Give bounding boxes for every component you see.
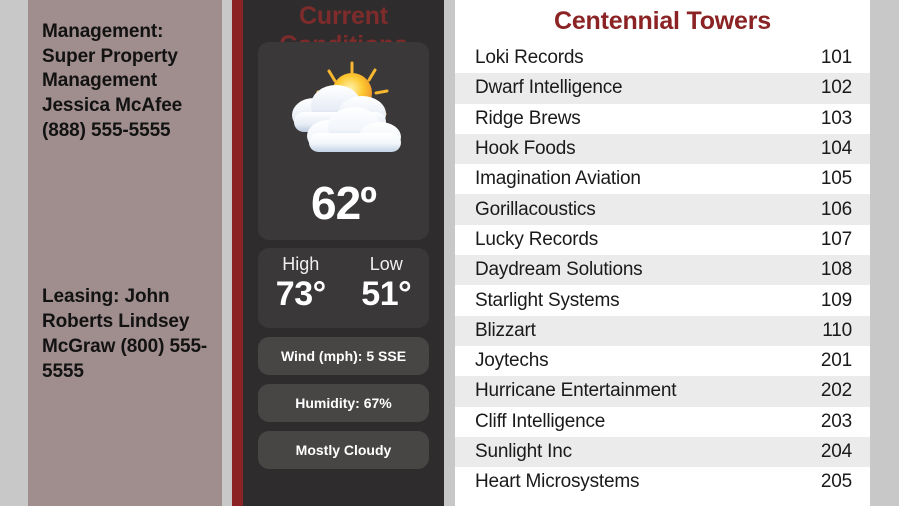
high-value: 73°: [275, 274, 326, 313]
tenant-suite-number: 201: [820, 350, 852, 372]
tenant-suite-number: 110: [822, 319, 852, 341]
tenant-suite-number: 204: [820, 441, 852, 462]
tenant-directory-panel: Centennial Towers Loki Records 101 Dwarf I…: [455, 0, 870, 506]
table-row[interactable]: Joytechs 201: [455, 345, 870, 377]
tenant-name: Daydream Solutions: [475, 259, 643, 281]
contact-info-panel: Management: Super Property Management Je…: [28, 0, 222, 506]
directory-row-list: Loki Records 101 Dwarf Intelligence 102 Ridg…: [455, 43, 870, 498]
low-temp-group: Low 51°: [344, 248, 430, 328]
high-label: High: [282, 254, 320, 274]
high-temp-group: High 73°: [258, 248, 344, 328]
table-row[interactable]: Cliff Intelligence 203: [455, 406, 870, 437]
tenant-name: Cliff Intelligence: [475, 410, 606, 432]
tenant-suite-number: 109: [820, 289, 852, 311]
table-row[interactable]: Hurricane Entertainment 202: [455, 376, 870, 407]
weather-body: 62º High 73° Low 51° Wind (mph): 5 SSE H…: [258, 42, 429, 469]
tenant-suite-number: 205: [820, 471, 852, 493]
tenant-name: Imagination Aviation: [475, 168, 641, 190]
management-contact-text: Management: Super Property Management Je…: [42, 21, 183, 141]
tenant-suite-number: 102: [820, 77, 852, 99]
tenant-name: Loki Records: [475, 47, 584, 69]
leasing-contact-text: Leasing: John Roberts Lindsey McGraw (80…: [42, 286, 208, 382]
table-row[interactable]: Heart Microsystems 205: [455, 467, 870, 498]
low-value: 51°: [361, 274, 412, 313]
tenant-name: Dwarf Intelligence: [475, 77, 623, 99]
table-row[interactable]: Starlight Systems 109: [455, 285, 870, 316]
wind-stat: Wind (mph): 5 SSE: [258, 337, 429, 375]
tenant-name: Hook Foods: [475, 138, 576, 160]
tenant-suite-number: 108: [820, 259, 852, 281]
table-row[interactable]: Gorillacoustics 106: [455, 194, 870, 225]
table-row[interactable]: Imagination Aviation 105: [455, 164, 870, 195]
tenant-name: Hurricane Entertainment: [475, 380, 677, 402]
tenant-suite-number: 106: [820, 198, 852, 220]
table-row[interactable]: Hook Foods 104: [455, 133, 870, 165]
tenant-name: Heart Microsystems: [475, 471, 640, 493]
table-row[interactable]: Sunlight Inc 204: [455, 436, 870, 468]
tenant-suite-number: 203: [820, 410, 852, 432]
table-row[interactable]: Lucky Records 107: [455, 224, 870, 256]
tenant-suite-number: 107: [820, 228, 852, 250]
low-label: Low: [369, 254, 403, 274]
tenant-name: Joytechs: [475, 350, 549, 372]
tenant-name: Lucky Records: [475, 228, 599, 250]
tenant-name: Starlight Systems: [475, 289, 620, 311]
tenant-suite-number: 103: [820, 107, 852, 129]
tenant-suite-number: 105: [820, 168, 852, 190]
tenant-name: Blizzart: [475, 319, 536, 341]
tenant-name: Gorillacoustics: [475, 198, 596, 220]
tenant-name: Ridge Brews: [475, 107, 581, 129]
tenant-name: Sunlight Inc: [475, 441, 572, 462]
current-temperature-card: 62º: [258, 42, 429, 240]
tenant-suite-number: 104: [820, 138, 852, 160]
directory-title: Centennial Towers: [553, 7, 771, 35]
tenant-suite-number: 202: [820, 380, 852, 402]
table-row[interactable]: Blizzart 110: [455, 315, 870, 346]
tenant-suite-number: 101: [820, 47, 852, 69]
high-low-card: High 73° Low 51°: [258, 248, 429, 328]
condition-stat: Mostly Cloudy: [258, 431, 429, 469]
current-temperature-value: 62º: [311, 177, 377, 229]
humidity-stat: Humidity: 67%: [258, 384, 429, 422]
table-row[interactable]: Ridge Brews 103: [455, 103, 870, 134]
table-row[interactable]: Daydream Solutions 108: [455, 255, 870, 286]
current-conditions-panel: Current Conditions: [232, 0, 444, 506]
partly-cloudy-sun-icon: [258, 56, 429, 166]
table-row[interactable]: Dwarf Intelligence 102: [455, 73, 870, 104]
table-row[interactable]: Loki Records 101: [455, 43, 870, 74]
